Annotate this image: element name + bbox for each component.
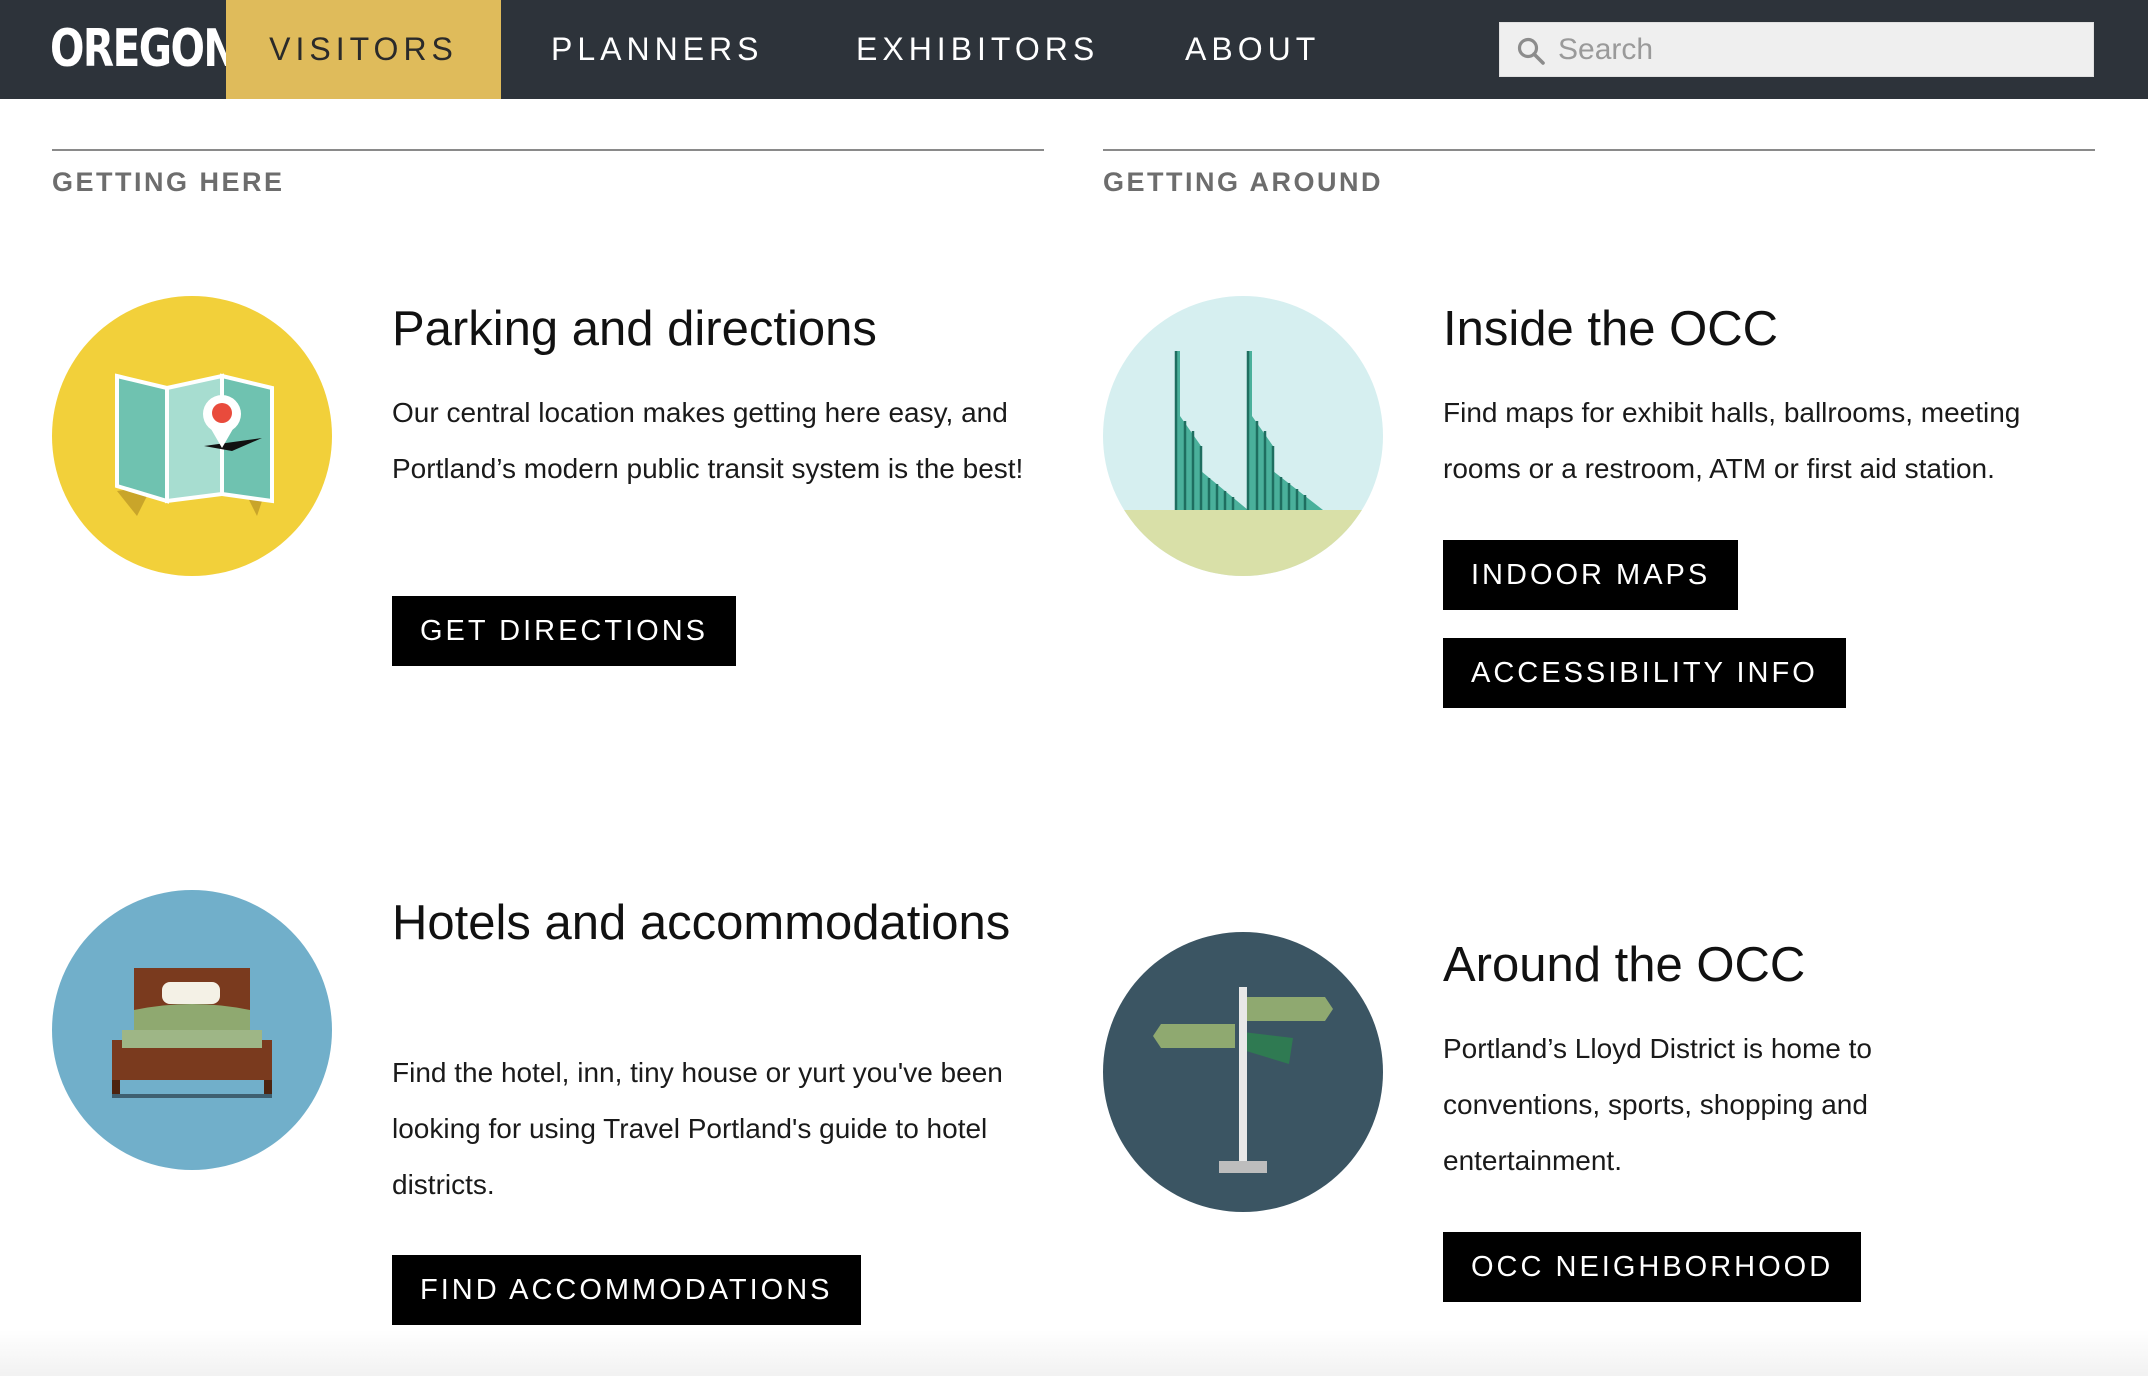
indoor-maps-button[interactable]: INDOOR MAPS — [1443, 540, 1739, 610]
search-box[interactable] — [1499, 22, 2094, 77]
section-title-getting-around: GETTING AROUND — [1103, 167, 1383, 197]
nav-item-planners[interactable]: PLANNERS — [551, 0, 764, 99]
convention-center-towers-icon — [1103, 296, 1383, 576]
map-pin-icon — [52, 296, 332, 576]
bed-icon — [52, 890, 332, 1170]
card-title-parking: Parking and directions — [392, 302, 877, 356]
card-text-hotels: Find the hotel, inn, tiny house or yurt … — [392, 1057, 1003, 1200]
oregon-convention-center-logo[interactable]: OREGON — [50, 22, 237, 76]
card-title-hotels: Hotels and accommodations — [392, 896, 1011, 950]
nav-item-visitors[interactable]: VISITORS — [226, 0, 501, 99]
nav-item-exhibitors[interactable]: EXHIBITORS — [856, 0, 1099, 99]
section-title-getting-here: GETTING HERE — [52, 167, 285, 197]
search-input[interactable] — [1558, 23, 2078, 76]
search-icon[interactable] — [1516, 36, 1546, 66]
section-divider-left — [52, 149, 1044, 151]
card-text-around-occ: Portland’s Lloyd District is home to con… — [1443, 1033, 1872, 1176]
find-accommodations-button[interactable]: FIND ACCOMMODATIONS — [392, 1255, 861, 1325]
card-title-around-occ: Around the OCC — [1443, 938, 1806, 992]
accessibility-info-button[interactable]: ACCESSIBILITY INFO — [1443, 638, 1846, 708]
card-text-parking: Our central location makes getting here … — [392, 397, 1024, 484]
section-divider-right — [1103, 149, 2095, 151]
nav-item-about[interactable]: ABOUT — [1185, 0, 1320, 99]
signpost-icon — [1103, 932, 1383, 1212]
card-text-inside-occ: Find maps for exhibit halls, ballrooms, … — [1443, 397, 2021, 484]
card-title-inside-occ: Inside the OCC — [1443, 302, 1778, 356]
bottom-fade — [0, 1330, 2148, 1376]
occ-neighborhood-button[interactable]: OCC NEIGHBORHOOD — [1443, 1232, 1862, 1302]
get-directions-button[interactable]: GET DIRECTIONS — [392, 596, 736, 666]
top-navigation-bar: OREGON VISITORS PLANNERS EXHIBITORS ABOU… — [0, 0, 2148, 99]
